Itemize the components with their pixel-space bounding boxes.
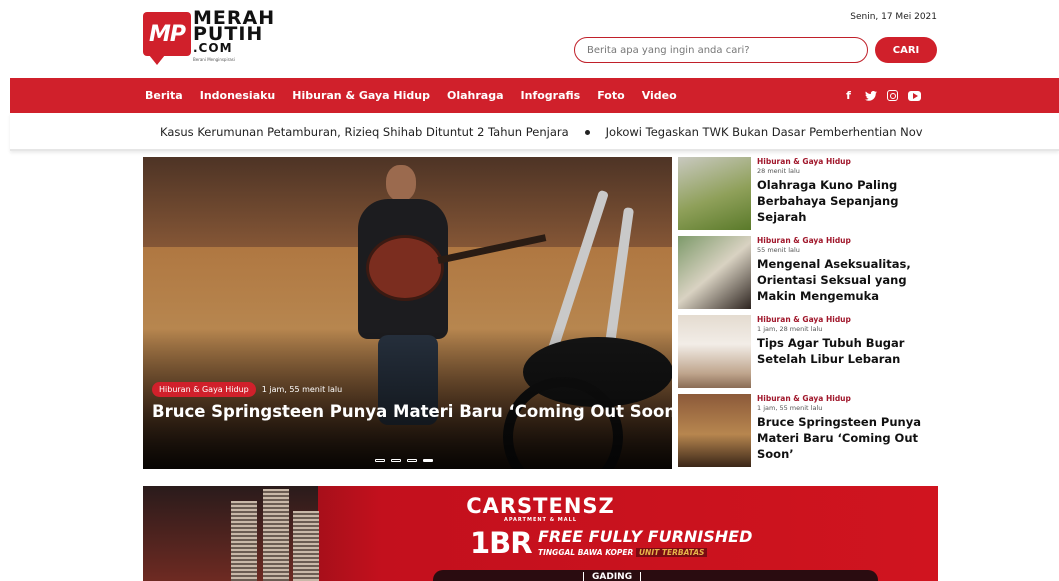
twitter-icon[interactable]: [864, 89, 877, 102]
hero-timestamp: 1 jam, 55 menit lalu: [261, 385, 343, 394]
banner-tag-highlight: UNIT TERBATAS: [635, 548, 708, 557]
article-thumbnail: [678, 157, 751, 230]
slider-dot-3[interactable]: [407, 459, 417, 462]
article-time: 1 jam, 55 menit lalu: [757, 404, 823, 412]
nav-item-berita[interactable]: Berita: [145, 89, 183, 102]
article-text: Hiburan & Gaya Hidup 55 menit lalu Menge…: [757, 236, 937, 304]
article-text: Hiburan & Gaya Hidup 28 menit lalu Olahr…: [757, 157, 937, 225]
article-text: Hiburan & Gaya Hidup 1 jam, 28 menit lal…: [757, 315, 937, 367]
article-title[interactable]: Olahraga Kuno Paling Berbahaya Sepanjang…: [757, 177, 937, 225]
banner-partner-logo: GADING: [583, 572, 642, 581]
banner-offer: FREE FULLY FURNISHED: [538, 527, 753, 546]
logo-badge: MP: [143, 12, 191, 65]
youtube-icon[interactable]: [908, 89, 921, 102]
banner-tagline-text: TINGGAL BAWA KOPER: [538, 548, 634, 557]
banner-tagline: TINGGAL BAWA KOPER UNIT TERBATAS: [538, 548, 708, 557]
banner-unit-type: 1BR: [470, 526, 533, 560]
article-category[interactable]: Hiburan & Gaya Hidup: [757, 394, 937, 404]
nav-item-indonesiaku[interactable]: Indonesiaku: [200, 89, 276, 102]
logo-line-2: PUTIH: [193, 23, 264, 45]
hero-meta: Hiburan & Gaya Hidup 1 jam, 55 menit lal…: [152, 382, 342, 397]
article-thumbnail: [678, 394, 751, 467]
hero-person-head: [386, 165, 416, 201]
ad-banner[interactable]: CARSTENSZ APARTMENT & MALL 1BR FREE FULL…: [143, 486, 938, 581]
slider-dot-2[interactable]: [391, 459, 401, 462]
banner-footer-bar: [433, 570, 878, 581]
article-thumbnail: [678, 315, 751, 388]
logo-wordmark: MERAH PUTIH .COM: [193, 9, 275, 55]
ticker-item[interactable]: Jokowi Tegaskan TWK Bukan Dasar Pemberhe…: [606, 125, 923, 139]
ticker-item[interactable]: Kasus Kerumunan Petamburan, Rizieq Shiha…: [160, 125, 569, 139]
slider-dot-1[interactable]: [375, 459, 385, 462]
hero-title[interactable]: Bruce Springsteen Punya Materi Baru ‘Com…: [152, 402, 672, 421]
ticker-track: Kasus Kerumunan Petamburan, Rizieq Shiha…: [160, 113, 923, 149]
article-title[interactable]: Mengenal Aseksualitas, Orientasi Seksual…: [757, 256, 937, 304]
ticker-separator: [584, 129, 590, 135]
main-nav: Berita Indonesiaku Hiburan & Gaya Hidup …: [10, 78, 1059, 113]
article-time: 55 menit lalu: [757, 246, 800, 254]
slider-dot-4[interactable]: [423, 459, 433, 462]
article-title[interactable]: Bruce Springsteen Punya Materi Baru ‘Com…: [757, 414, 937, 462]
slider-indicators: [375, 459, 433, 462]
nav-item-olahraga[interactable]: Olahraga: [447, 89, 504, 102]
article-category[interactable]: Hiburan & Gaya Hidup: [757, 236, 937, 246]
hero-overlay: [143, 329, 672, 469]
nav-item-video[interactable]: Video: [642, 89, 677, 102]
facebook-icon[interactable]: f: [842, 89, 855, 102]
article-category[interactable]: Hiburan & Gaya Hidup: [757, 157, 937, 167]
category-badge[interactable]: Hiburan & Gaya Hidup: [152, 382, 256, 397]
nav-item-infografis[interactable]: Infografis: [521, 89, 581, 102]
youtube-glyph: [908, 90, 921, 101]
article-thumbnail: [678, 236, 751, 309]
nav-menu: Berita Indonesiaku Hiburan & Gaya Hidup …: [145, 78, 677, 113]
instagram-icon[interactable]: [886, 89, 899, 102]
article-text: Hiburan & Gaya Hidup 1 jam, 55 menit lal…: [757, 394, 937, 462]
article-time: 1 jam, 28 menit lalu: [757, 325, 823, 333]
current-date: Senin, 17 Mei 2021: [850, 12, 937, 22]
article-time: 28 menit lalu: [757, 167, 800, 175]
search-input[interactable]: [574, 37, 868, 63]
article-category[interactable]: Hiburan & Gaya Hidup: [757, 315, 937, 325]
news-ticker: Kasus Kerumunan Petamburan, Rizieq Shiha…: [10, 113, 1059, 151]
site-header: MP MERAH PUTIH .COM Berani Menginspirasi…: [0, 0, 1059, 78]
search-button[interactable]: CARI: [875, 37, 937, 63]
social-links: f: [842, 78, 921, 113]
banner-brand: CARSTENSZ: [466, 494, 615, 518]
nav-item-hiburan[interactable]: Hiburan & Gaya Hidup: [292, 89, 430, 102]
instagram-glyph: [887, 90, 898, 101]
banner-brand-sub: APARTMENT & MALL: [503, 517, 578, 523]
article-title[interactable]: Tips Agar Tubuh Bugar Setelah Libur Leba…: [757, 335, 937, 367]
nav-item-foto[interactable]: Foto: [597, 89, 624, 102]
logo-tagline: Berani Menginspirasi: [193, 57, 235, 62]
site-logo[interactable]: MP MERAH PUTIH .COM Berani Menginspirasi: [143, 9, 293, 66]
hero-guitar: [366, 235, 444, 301]
headline-slider[interactable]: Hiburan & Gaya Hidup 1 jam, 55 menit lal…: [143, 157, 672, 469]
